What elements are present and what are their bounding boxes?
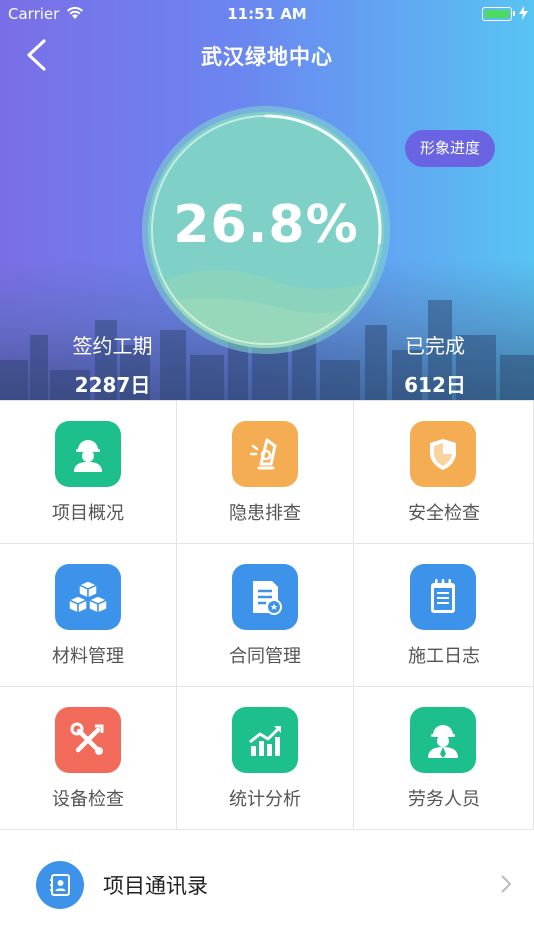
address-book-icon [36,861,84,909]
worker-icon [55,421,121,487]
laborer-icon [410,707,476,773]
menu-label: 隐患排查 [229,503,301,524]
menu-item-project-overview[interactable]: 项目概况 [0,401,177,544]
menu-label: 统计分析 [229,789,301,810]
completed-label: 已完成 [405,334,465,358]
clock: 11:51 AM [227,5,307,23]
menu-label: 设备检查 [52,789,124,810]
menu-item-construction-log[interactable]: 施工日志 [355,544,534,687]
contract-period-value: 2287日 [74,373,151,397]
menu-item-hazard-check[interactable]: 隐患排查 [177,401,354,544]
menu-item-contracts[interactable]: 合同管理 [177,544,354,687]
image-progress-button[interactable]: 形象进度 [405,130,495,167]
boxes-icon [55,564,121,630]
menu-label: 合同管理 [229,646,301,667]
status-bar: Carrier 11:51 AM [0,0,534,28]
chart-icon [232,707,298,773]
notebook-icon [410,564,476,630]
tools-icon [55,707,121,773]
menu-item-materials[interactable]: 材料管理 [0,544,177,687]
menu-label: 安全检查 [408,503,480,524]
menu-label: 材料管理 [52,646,124,667]
progress-percent: 26.8% [173,195,359,255]
project-contacts-row[interactable]: 项目通讯录 [0,839,534,929]
progress-circle: 26.8% [141,105,391,355]
hazard-icon [232,421,298,487]
menu-label: 施工日志 [408,646,480,667]
module-grid: 项目概况 隐患排查 安全检查 材料管理 合同管理 施工日志 设备检查 统计分析 … [0,400,534,831]
chevron-right-icon [501,875,512,893]
project-contacts-label: 项目通讯录 [103,874,208,898]
contract-period-stat: 签约工期 2287日 [55,330,170,398]
completed-value: 612日 [404,373,466,397]
charging-icon [519,6,528,20]
menu-item-safety-check[interactable]: 安全检查 [355,401,534,544]
contract-icon [232,564,298,630]
menu-item-labor[interactable]: 劳务人员 [355,687,534,830]
menu-label: 劳务人员 [408,789,480,810]
menu-label: 项目概况 [52,503,124,524]
contract-period-label: 签约工期 [72,334,153,358]
menu-item-statistics[interactable]: 统计分析 [177,687,354,830]
page-title: 武汉绿地中心 [201,45,333,69]
battery-icon [482,7,512,21]
shield-icon [410,421,476,487]
completed-stat: 已完成 612日 [385,330,485,398]
menu-item-equipment-check[interactable]: 设备检查 [0,687,177,830]
